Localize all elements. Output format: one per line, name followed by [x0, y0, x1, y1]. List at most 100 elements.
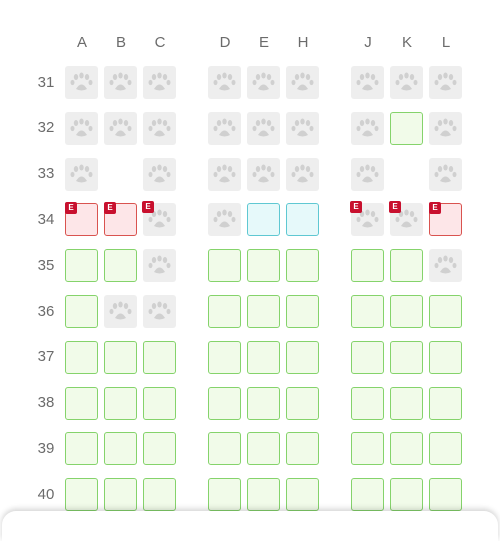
seat-35j-available[interactable]	[351, 249, 384, 283]
seat-36c-occupied	[143, 295, 176, 328]
paw-icon	[148, 72, 171, 91]
paw-icon	[213, 209, 236, 228]
seat-37d-available[interactable]	[208, 340, 241, 374]
seat-37a-available[interactable]	[65, 340, 98, 374]
paw-icon	[291, 164, 314, 183]
paw-icon	[434, 255, 457, 274]
seat-38c-available[interactable]	[143, 386, 176, 420]
seat-32j-occupied	[351, 111, 384, 145]
row-label-32: 32	[37, 119, 55, 137]
seat-38l-available[interactable]	[429, 386, 462, 420]
column-label-d: D	[219, 34, 231, 51]
row-label-40: 40	[37, 485, 55, 503]
seat-38e-available[interactable]	[247, 386, 280, 420]
seat-36a-available[interactable]	[65, 295, 98, 328]
paw-icon	[70, 72, 93, 91]
seat-32c-occupied	[143, 111, 176, 145]
paw-icon	[109, 118, 132, 137]
seat-37h-available[interactable]	[286, 340, 319, 374]
seat-34b-exit[interactable]: E	[104, 202, 137, 237]
seat-35d-available[interactable]	[208, 249, 241, 283]
seat-31d-occupied	[208, 66, 241, 99]
exit-row-badge: E	[350, 201, 362, 214]
seat-32a-occupied	[65, 111, 98, 145]
seat-40b-available[interactable]	[104, 478, 137, 512]
seat-36l-available[interactable]	[429, 295, 462, 328]
seat-38a-available[interactable]	[65, 386, 98, 420]
seat-39l-available[interactable]	[429, 432, 462, 466]
column-label-k: K	[401, 34, 412, 51]
seat-40k-available[interactable]	[390, 478, 423, 512]
column-label-c: C	[154, 34, 166, 51]
seat-39h-available[interactable]	[286, 432, 319, 466]
seat-38b-available[interactable]	[104, 386, 137, 420]
paw-icon	[109, 301, 132, 320]
seat-map: A B C D E H J K L 31 32 33 34 E E E E E E 35 36 37 38 39 40	[0, 0, 500, 527]
seat-33h-occupied	[286, 157, 319, 191]
paw-icon	[291, 72, 314, 91]
seat-40c-available[interactable]	[143, 478, 176, 512]
seat-34a-exit[interactable]: E	[65, 202, 98, 237]
seat-32l-occupied	[429, 111, 462, 145]
seat-40l-available[interactable]	[429, 478, 462, 512]
seat-36b-occupied	[104, 295, 137, 328]
seat-38j-available[interactable]	[351, 386, 384, 420]
seat-33a-occupied	[65, 157, 98, 191]
seat-39a-available[interactable]	[65, 432, 98, 466]
seat-40j-available[interactable]	[351, 478, 384, 512]
seat-37j-available[interactable]	[351, 340, 384, 374]
seat-37c-available[interactable]	[143, 340, 176, 374]
seat-35e-available[interactable]	[247, 249, 280, 283]
paw-icon	[213, 164, 236, 183]
seat-31h-occupied	[286, 66, 319, 99]
seat-36k-available[interactable]	[390, 295, 423, 328]
seat-39j-available[interactable]	[351, 432, 384, 466]
paw-icon	[148, 301, 171, 320]
bottom-sheet[interactable]	[2, 511, 498, 541]
seat-31l-occupied	[429, 66, 462, 99]
seat-38h-available[interactable]	[286, 386, 319, 420]
seat-36j-available[interactable]	[351, 295, 384, 328]
seat-35a-available[interactable]	[65, 249, 98, 283]
seat-37e-available[interactable]	[247, 340, 280, 374]
seat-32k-available[interactable]	[390, 111, 423, 145]
paw-icon	[148, 255, 171, 274]
seat-35b-available[interactable]	[104, 249, 137, 283]
seat-40h-available[interactable]	[286, 478, 319, 512]
seat-34h-premium[interactable]	[286, 203, 319, 237]
seat-35h-available[interactable]	[286, 249, 319, 283]
seat-34l-exit[interactable]: E	[429, 202, 462, 237]
seat-34c-exit-occupied: E	[142, 201, 176, 237]
seat-40d-available[interactable]	[208, 478, 241, 512]
exit-row-badge: E	[65, 202, 77, 215]
seat-35k-available[interactable]	[390, 249, 423, 283]
paw-icon	[291, 118, 314, 137]
seat-38d-available[interactable]	[208, 386, 241, 420]
seat-40e-available[interactable]	[247, 478, 280, 512]
seat-36e-available[interactable]	[247, 295, 280, 328]
seat-37k-available[interactable]	[390, 340, 423, 374]
seat-37l-available[interactable]	[429, 340, 462, 374]
column-label-e: E	[258, 34, 269, 51]
seat-36d-available[interactable]	[208, 295, 241, 328]
seat-39c-available[interactable]	[143, 432, 176, 466]
seat-37b-available[interactable]	[104, 340, 137, 374]
seat-39b-available[interactable]	[104, 432, 137, 466]
paw-icon	[395, 72, 418, 91]
seat-31e-occupied	[247, 66, 280, 99]
seat-39e-available[interactable]	[247, 432, 280, 466]
seat-38k-available[interactable]	[390, 386, 423, 420]
seat-36h-available[interactable]	[286, 295, 319, 328]
paw-icon	[252, 72, 275, 91]
paw-icon	[109, 72, 132, 91]
exit-row-badge: E	[104, 202, 116, 215]
seat-39k-available[interactable]	[390, 432, 423, 466]
seat-40a-available[interactable]	[65, 478, 98, 512]
row-label-34: 34	[37, 210, 55, 228]
paw-icon	[356, 72, 379, 91]
row-label-37: 37	[37, 348, 55, 366]
row-label-33: 33	[37, 165, 55, 183]
seat-39d-available[interactable]	[208, 432, 241, 466]
seat-31b-occupied	[104, 66, 137, 99]
seat-34e-premium[interactable]	[247, 203, 280, 237]
